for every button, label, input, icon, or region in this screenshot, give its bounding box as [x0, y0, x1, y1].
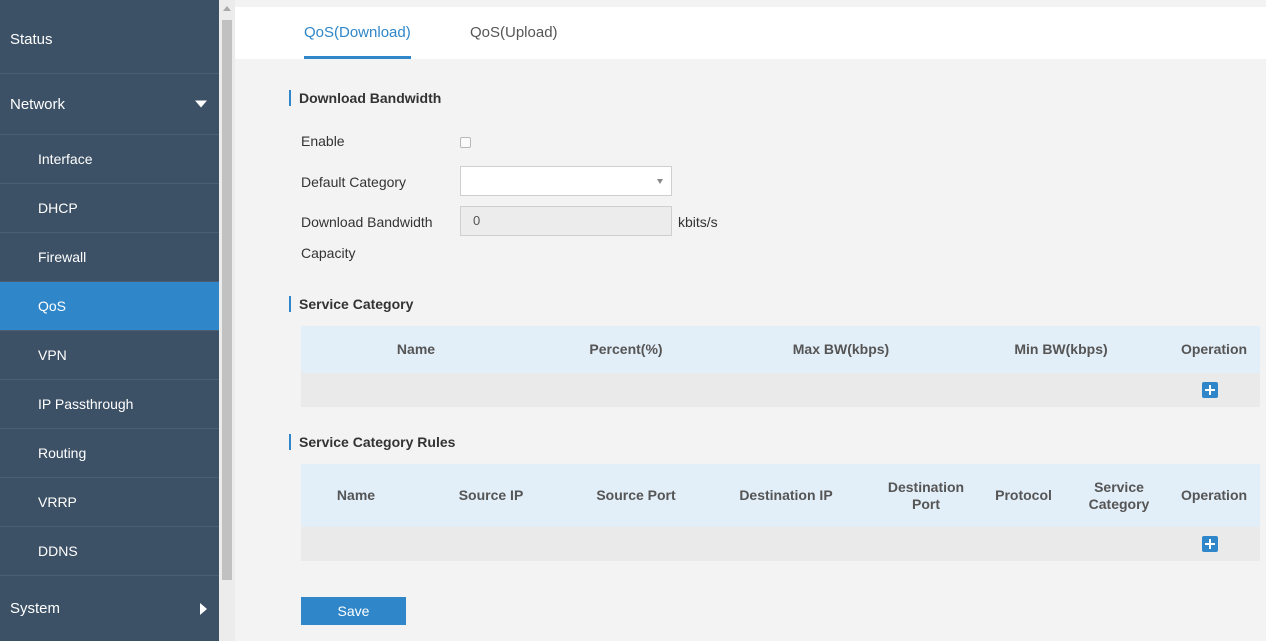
- service-category-rules-table-header: Name Source IP Source Port Destination I…: [301, 464, 1260, 527]
- sidebar-item-ddns[interactable]: DDNS: [0, 527, 219, 576]
- caret-down-icon: [657, 179, 663, 184]
- main-content: QoS(Download) QoS(Upload) Download Bandw…: [235, 0, 1266, 641]
- column-header: Source Port: [596, 487, 676, 503]
- enable-label: Enable: [301, 133, 345, 149]
- sidebar-scrollbar[interactable]: [219, 0, 235, 641]
- sidebar-item-label: Firewall: [38, 249, 87, 265]
- default-category-label: Default Category: [301, 174, 407, 190]
- download-bandwidth-label: Download Bandwidth: [301, 214, 433, 230]
- sidebar-item-interface[interactable]: Interface: [0, 135, 219, 184]
- column-header: Percent(%): [589, 341, 663, 357]
- download-bandwidth-label-capacity: Capacity: [301, 245, 356, 261]
- service-category-table-row: [301, 373, 1260, 407]
- download-bandwidth-input[interactable]: 0: [460, 206, 672, 236]
- column-header: Min BW(kbps): [1014, 341, 1108, 357]
- chevron-right-icon: [200, 602, 207, 615]
- sidebar-item-label: Network: [10, 95, 66, 113]
- service-category-table-header: Name Percent(%) Max BW(kbps) Min BW(kbps…: [301, 326, 1260, 373]
- sidebar-item-label: QoS: [38, 298, 67, 314]
- column-header: Max BW(kbps): [792, 341, 890, 357]
- sidebar-item-ip-passthrough[interactable]: IP Passthrough: [0, 380, 219, 429]
- column-header: Name: [336, 487, 376, 503]
- add-rule-plus-icon[interactable]: [1202, 536, 1218, 552]
- sidebar-item-label: VPN: [38, 347, 67, 363]
- tab-bar: QoS(Download) QoS(Upload): [235, 7, 1266, 59]
- sidebar-item-label: DDNS: [38, 543, 78, 559]
- section-title-download-bandwidth: Download Bandwidth: [289, 90, 441, 106]
- sidebar-item-vrrp[interactable]: VRRP: [0, 478, 219, 527]
- column-header: Destination Port: [887, 478, 965, 512]
- chevron-down-icon: [195, 100, 207, 108]
- sidebar-item-label: VRRP: [38, 494, 77, 510]
- column-header: Operation: [1180, 487, 1248, 503]
- save-button[interactable]: Save: [301, 597, 406, 625]
- sidebar: Status Network Interface DHCP Firewall Q…: [0, 0, 219, 641]
- sidebar-item-label: Status: [10, 31, 53, 48]
- section-title-service-category-rules: Service Category Rules: [289, 434, 455, 450]
- sidebar-item-dhcp[interactable]: DHCP: [0, 184, 219, 233]
- sidebar-item-qos[interactable]: QoS: [0, 282, 219, 331]
- sidebar-item-firewall[interactable]: Firewall: [0, 233, 219, 282]
- service-category-rules-table-row: [301, 527, 1260, 561]
- column-header: Service Category: [1088, 478, 1150, 512]
- sidebar-item-system[interactable]: System: [0, 576, 219, 641]
- column-header: Protocol: [995, 487, 1052, 503]
- sidebar-item-label: IP Passthrough: [38, 396, 134, 412]
- sidebar-item-label: DHCP: [38, 200, 78, 216]
- scroll-up-arrow-icon[interactable]: [223, 6, 231, 11]
- column-header: Source IP: [458, 487, 524, 503]
- sidebar-item-label: System: [10, 600, 61, 617]
- tab-qos-upload[interactable]: QoS(Upload): [470, 7, 558, 59]
- column-header: Name: [396, 341, 436, 357]
- tab-qos-download[interactable]: QoS(Download): [304, 7, 411, 59]
- sidebar-item-status[interactable]: Status: [0, 0, 219, 74]
- sidebar-item-label: Routing: [38, 445, 87, 461]
- enable-checkbox[interactable]: [460, 137, 471, 148]
- section-title-service-category: Service Category: [289, 296, 413, 312]
- sidebar-item-network[interactable]: Network: [0, 74, 219, 135]
- sidebar-item-vpn[interactable]: VPN: [0, 331, 219, 380]
- column-header: Destination IP: [739, 487, 833, 503]
- sidebar-item-label: Interface: [38, 151, 93, 167]
- bandwidth-unit-label: kbits/s: [678, 214, 718, 230]
- add-service-category-plus-icon[interactable]: [1202, 382, 1218, 398]
- column-header: Operation: [1180, 341, 1248, 357]
- sidebar-item-routing[interactable]: Routing: [0, 429, 219, 478]
- default-category-select[interactable]: [460, 166, 672, 196]
- scrollbar-thumb[interactable]: [222, 20, 232, 580]
